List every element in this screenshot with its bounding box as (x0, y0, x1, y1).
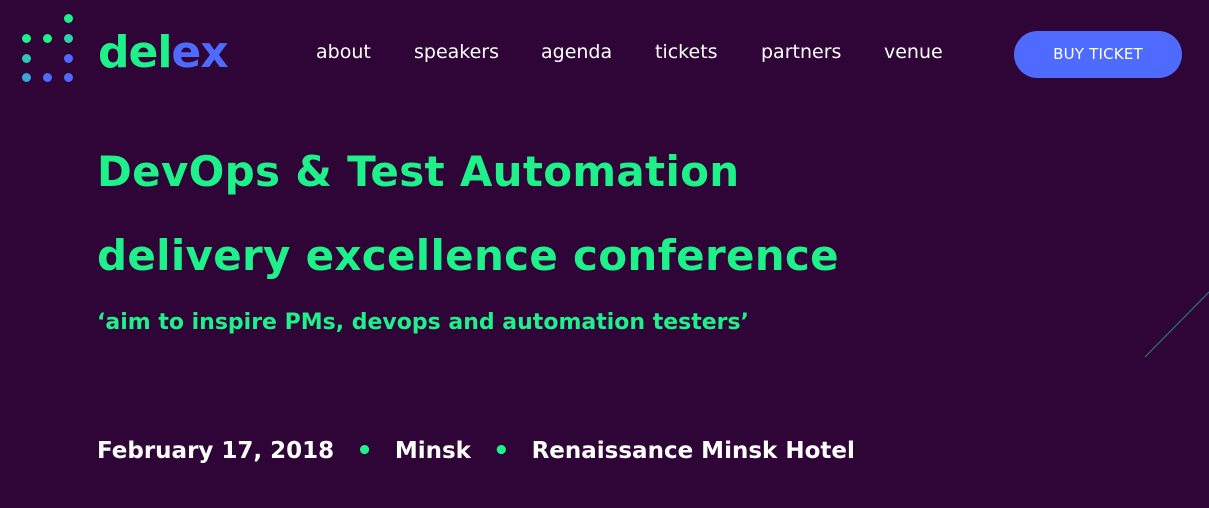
logo-text-ex: ex (171, 27, 228, 78)
landing-page: delex about speakers agenda tickets part… (0, 0, 1209, 508)
event-venue: Renaissance Minsk Hotel (531, 438, 855, 464)
separator-dot: • (356, 436, 373, 466)
logo-text-del: del (98, 27, 172, 78)
buy-ticket-button[interactable]: BUY TICKET (1014, 31, 1182, 78)
logo-dots-icon (22, 14, 82, 84)
decorative-line (1144, 291, 1209, 358)
nav-item-about[interactable]: about (316, 40, 371, 64)
hero-title: DevOps & Test Automation delivery excell… (97, 130, 839, 298)
hero-tagline: ‘aim to inspire PMs, devops and automati… (97, 310, 749, 335)
hero-title-line-2: delivery excellence conference (97, 231, 839, 280)
nav-item-partners[interactable]: partners (761, 40, 841, 64)
separator-dot: • (492, 436, 510, 466)
logo-wordmark: delex (98, 27, 229, 78)
hero-title-line-1: DevOps & Test Automation (97, 147, 740, 196)
event-details: February 17, 2018 • Minsk • Renaissance … (97, 434, 855, 468)
logo-link[interactable]: delex (22, 14, 229, 84)
event-city: Minsk (394, 438, 471, 464)
nav-item-venue[interactable]: venue (884, 40, 943, 64)
nav-item-agenda[interactable]: agenda (541, 40, 612, 64)
nav-item-speakers[interactable]: speakers (414, 40, 499, 64)
event-date: February 17, 2018 (97, 438, 335, 464)
nav-item-tickets[interactable]: tickets (655, 40, 718, 64)
